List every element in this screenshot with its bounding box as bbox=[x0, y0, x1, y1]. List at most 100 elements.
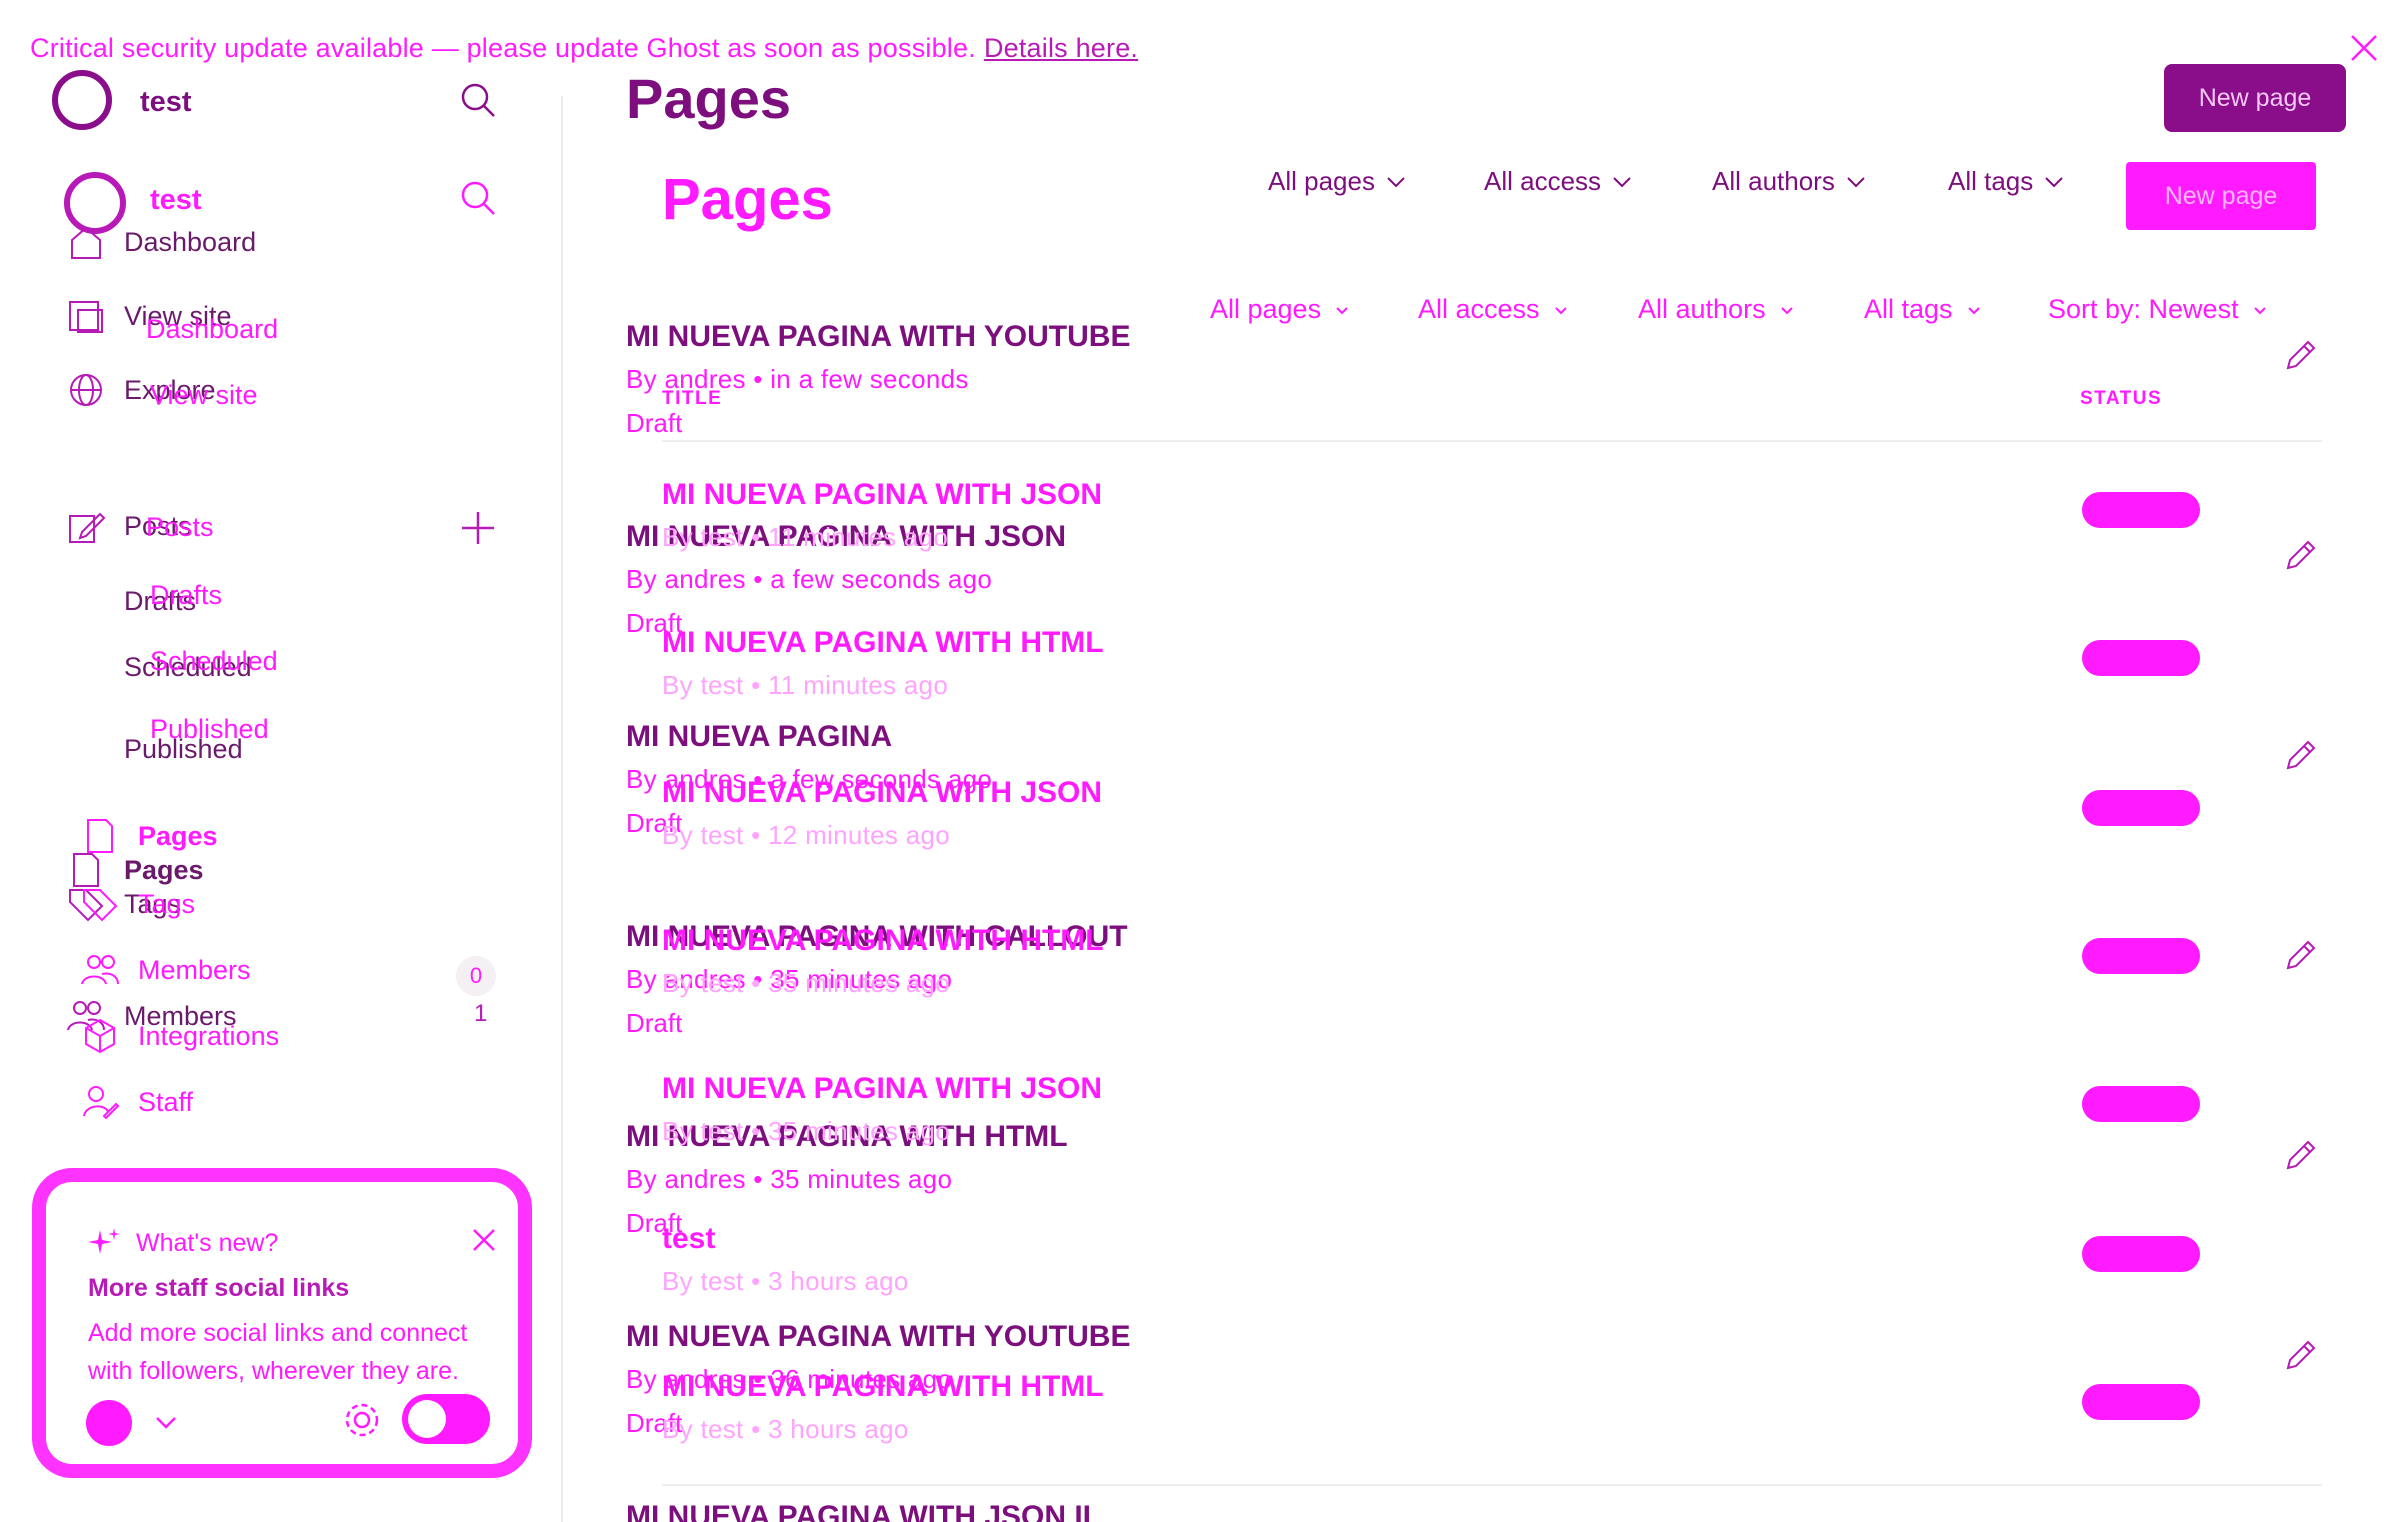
home-icon bbox=[66, 222, 106, 262]
status-badge bbox=[2082, 640, 2200, 676]
filter-label: All tags bbox=[1948, 166, 2034, 196]
chevron-down-icon bbox=[1331, 299, 1353, 321]
page-meta: By test • 11 minutes ago bbox=[662, 670, 949, 700]
page-title-cell: MI NUEVA PAGINA WITH HTML bbox=[662, 924, 1104, 957]
members-count: 1 bbox=[474, 1000, 488, 1027]
whats-new-title: More staff social links bbox=[88, 1274, 350, 1302]
new-page-button[interactable]: New page bbox=[2126, 162, 2316, 230]
chevron-down-icon bbox=[1963, 299, 1985, 321]
page-meta: By test • 3 hours ago bbox=[662, 1266, 909, 1296]
list-item[interactable]: MI NUEVA PAGINA WITH JSON By test • 35 m… bbox=[662, 1072, 2322, 1220]
nav-label: Staff bbox=[138, 1086, 194, 1117]
nav-integrations[interactable]: Integrations bbox=[80, 1016, 279, 1056]
list-item[interactable]: test By test • 3 hours ago bbox=[662, 1222, 2322, 1370]
search-icon[interactable] bbox=[458, 178, 498, 218]
new-page-button[interactable]: New page bbox=[2164, 64, 2346, 132]
nav-members[interactable]: Members bbox=[80, 950, 251, 990]
nav-posts[interactable]: Posts bbox=[146, 512, 214, 543]
status-badge bbox=[2082, 1086, 2200, 1122]
nav-view-site[interactable]: View site bbox=[150, 380, 258, 411]
status-badge bbox=[2082, 1384, 2200, 1420]
page-meta: By test • 3 hours ago bbox=[662, 1414, 909, 1444]
status-badge bbox=[2082, 1236, 2200, 1272]
page-title: Pages bbox=[662, 167, 833, 232]
page-title-cell: MI NUEVA PAGINA WITH JSON bbox=[662, 1072, 1103, 1105]
nav-scheduled[interactable]: Scheduled bbox=[150, 646, 278, 677]
list-item[interactable]: MI NUEVA PAGINA WITH HTML By test • 11 m… bbox=[662, 626, 2322, 774]
filter-label: All access bbox=[1484, 166, 1602, 196]
whats-new-card: What's new? More staff social links Add … bbox=[32, 1168, 532, 1478]
filter-access[interactable]: All access bbox=[1484, 166, 1633, 197]
plus-icon[interactable] bbox=[458, 508, 498, 548]
nav-label: Integrations bbox=[138, 1020, 280, 1051]
list-item[interactable]: MI NUEVA PAGINA WITH JSON By test • 12 m… bbox=[662, 776, 2322, 924]
page-meta: By test • 12 minutes ago bbox=[662, 820, 951, 850]
nav-label: Pages bbox=[124, 854, 204, 885]
sparkle-icon bbox=[88, 1226, 122, 1260]
filter-type[interactable]: All pages bbox=[1268, 166, 1407, 197]
nav-tags[interactable]: Tags bbox=[80, 884, 195, 924]
whats-new-header: What's new? bbox=[88, 1226, 278, 1260]
avatar[interactable] bbox=[86, 1400, 132, 1446]
gear-icon[interactable] bbox=[340, 1398, 384, 1442]
chevron-down-icon bbox=[1550, 299, 1572, 321]
nav-label: Members bbox=[138, 954, 251, 985]
nav-label: Tags bbox=[138, 888, 196, 919]
dark-mode-toggle[interactable] bbox=[402, 1394, 490, 1444]
site-logo[interactable] bbox=[52, 70, 112, 130]
page-title: Pages bbox=[626, 67, 791, 130]
nav-dashboard[interactable]: Dashboard bbox=[146, 314, 278, 345]
filter-authors[interactable]: All authors bbox=[1712, 166, 1867, 197]
nav-pages[interactable]: Pages bbox=[80, 816, 218, 856]
security-banner: Critical security update available — ple… bbox=[0, 0, 2400, 96]
nav-label: Dashboard bbox=[124, 226, 257, 257]
whats-new-body: Add more social links and connect with f… bbox=[88, 1319, 468, 1385]
page-meta: By test • 35 minutes ago bbox=[662, 968, 951, 998]
chevron-down-icon bbox=[1385, 171, 1407, 193]
filter-label: All pages bbox=[1268, 166, 1375, 196]
nav-dashboard[interactable]: Dashboard bbox=[66, 222, 256, 262]
tag-icon bbox=[80, 884, 120, 924]
page-title-cell: test bbox=[662, 1222, 716, 1255]
site-name[interactable]: test bbox=[140, 86, 192, 119]
pencil-icon[interactable] bbox=[2280, 336, 2320, 376]
page-meta: By test • 11 minutes ago bbox=[662, 522, 949, 552]
close-icon[interactable] bbox=[470, 1226, 498, 1254]
status-badge bbox=[2082, 790, 2200, 826]
members-icon bbox=[80, 950, 120, 990]
nav-published[interactable]: Published bbox=[150, 714, 269, 745]
members-count-badge: 0 bbox=[456, 956, 496, 996]
chevron-down-icon bbox=[1776, 299, 1798, 321]
nav-drafts[interactable]: Drafts bbox=[150, 580, 222, 611]
page-title-cell: MI NUEVA PAGINA WITH HTML bbox=[662, 626, 1104, 659]
site-name[interactable]: test bbox=[150, 184, 202, 217]
status-badge bbox=[2082, 938, 2200, 974]
page-meta: By andres • in a few seconds bbox=[626, 364, 969, 394]
edit-post-icon bbox=[66, 506, 106, 546]
page-status: Draft bbox=[626, 408, 683, 438]
chevron-down-icon[interactable] bbox=[152, 1408, 180, 1436]
integrations-icon bbox=[80, 1016, 120, 1056]
external-link-icon bbox=[66, 296, 106, 336]
chevron-down-icon bbox=[1845, 171, 1867, 193]
banner-details-link[interactable]: Details here. bbox=[984, 33, 1138, 64]
page-title-cell: MI NUEVA PAGINA WITH HTML bbox=[662, 1370, 1104, 1403]
filter-label: All authors bbox=[1712, 166, 1835, 196]
chevron-down-icon bbox=[2043, 171, 2065, 193]
chevron-down-icon bbox=[2249, 299, 2271, 321]
page-title-cell: MI NUEVA PAGINA WITH JSON bbox=[662, 478, 1103, 511]
globe-icon bbox=[66, 370, 106, 410]
banner-text: Critical security update available — ple… bbox=[30, 32, 976, 63]
search-icon[interactable] bbox=[458, 80, 498, 120]
list-item[interactable]: MI NUEVA PAGINA WITH HTML By test • 3 ho… bbox=[662, 1370, 2322, 1518]
divider bbox=[662, 1484, 2322, 1486]
nav-staff[interactable]: Staff bbox=[80, 1082, 193, 1122]
list-item[interactable]: MI NUEVA PAGINA WITH JSON By test • 11 m… bbox=[662, 478, 2322, 626]
filter-tags[interactable]: All tags bbox=[1948, 166, 2065, 197]
chevron-down-icon bbox=[1611, 171, 1633, 193]
page-meta: By test • 35 minutes ago bbox=[662, 1116, 951, 1146]
list-item[interactable]: MI NUEVA PAGINA WITH HTML By test • 35 m… bbox=[662, 924, 2322, 1072]
close-icon[interactable] bbox=[2348, 32, 2380, 64]
page-title-cell: MI NUEVA PAGINA WITH YOUTUBE bbox=[626, 320, 1131, 353]
staff-icon bbox=[80, 1082, 120, 1122]
